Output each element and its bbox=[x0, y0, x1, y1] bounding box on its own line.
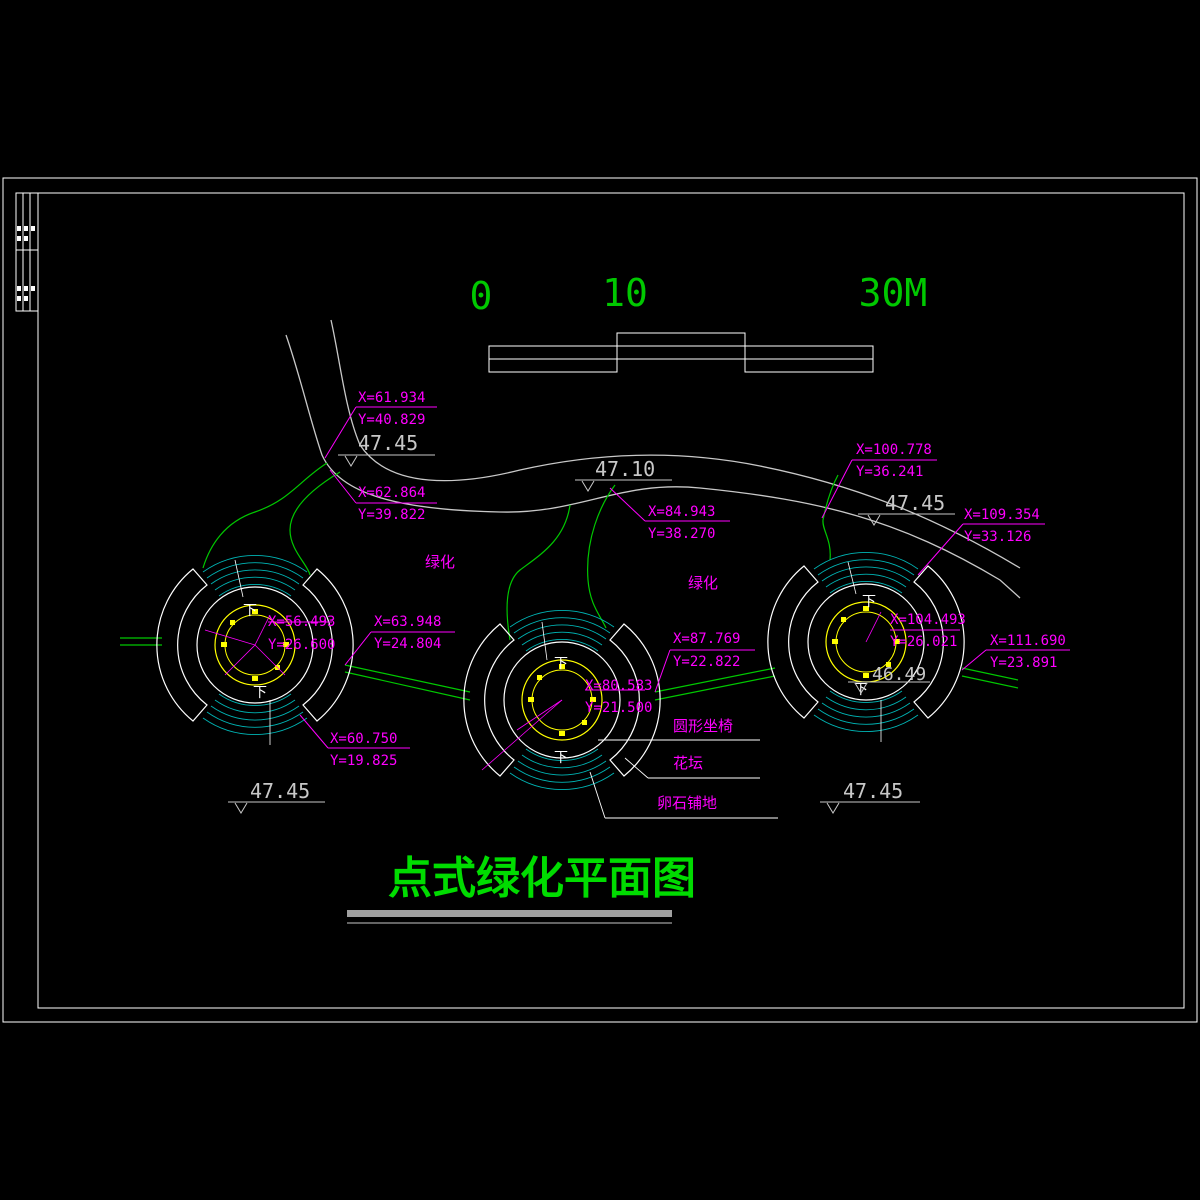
coord-y: Y=26.021 bbox=[890, 634, 957, 650]
coord-x: X=84.943 bbox=[648, 504, 715, 520]
greenery-label: 绿化 bbox=[425, 553, 455, 571]
down-label-top: 下 bbox=[554, 656, 568, 672]
elevation-label: 47.45 bbox=[250, 779, 310, 803]
pebble-paving-label: 卵石铺地 bbox=[657, 794, 717, 812]
coord-y: Y=19.825 bbox=[330, 753, 397, 769]
scale-bar: 0 10 30M bbox=[470, 271, 928, 373]
coord-y: Y=23.891 bbox=[990, 655, 1057, 671]
coord-y: Y=33.126 bbox=[964, 529, 1031, 545]
flower-bed-label: 花坛 bbox=[673, 754, 703, 772]
down-label-bottom: 下 bbox=[554, 750, 568, 766]
title-block-strip bbox=[15, 192, 39, 312]
coord-x: X=80.583 bbox=[585, 678, 652, 694]
down-label-bottom: 下 bbox=[253, 685, 267, 701]
scale-label-0: 0 bbox=[470, 274, 493, 318]
coord-x: X=61.934 bbox=[358, 390, 425, 406]
coord-x: X=87.769 bbox=[673, 631, 740, 647]
coord-x: X=60.750 bbox=[330, 731, 397, 747]
coord-y: Y=26.600 bbox=[268, 637, 335, 653]
elevation-label: 47.10 bbox=[595, 457, 655, 481]
coord-x: X=109.354 bbox=[964, 507, 1040, 523]
coord-y: Y=22.822 bbox=[673, 654, 740, 670]
round-bench-label: 圆形坐椅 bbox=[673, 717, 733, 735]
coord-x: X=62.864 bbox=[358, 485, 425, 501]
scale-label-10: 10 bbox=[602, 271, 648, 315]
down-label-top: 下 bbox=[862, 594, 876, 610]
coord-x: X=56.493 bbox=[268, 614, 335, 630]
site-plan-drawing: 0 10 30M 下 下 下 下 下 下 47.45 47.10 47.45 4… bbox=[2, 177, 1198, 1023]
elevation-label: 46.49 bbox=[872, 664, 926, 685]
elevation-label: 47.45 bbox=[885, 491, 945, 515]
coord-x: X=100.778 bbox=[856, 442, 932, 458]
coord-y: Y=21.500 bbox=[585, 700, 652, 716]
coord-y: Y=24.804 bbox=[374, 636, 441, 652]
scale-label-30m: 30M bbox=[859, 271, 928, 315]
greenery-label: 绿化 bbox=[688, 574, 718, 592]
coord-x: X=63.948 bbox=[374, 614, 441, 630]
drawing-title: 点式绿化平面图 bbox=[388, 853, 696, 904]
elevation-label: 47.45 bbox=[843, 779, 903, 803]
elevation-label: 47.45 bbox=[358, 431, 418, 455]
coord-y: Y=36.241 bbox=[856, 464, 923, 480]
coord-x: X=111.690 bbox=[990, 633, 1066, 649]
title-block-marks bbox=[17, 226, 35, 301]
coord-y: Y=39.822 bbox=[358, 507, 425, 523]
title-underline-thick bbox=[347, 910, 672, 917]
down-label-top: 下 bbox=[243, 603, 257, 619]
coord-y: Y=38.270 bbox=[648, 526, 715, 542]
coord-x: X=104.493 bbox=[890, 612, 966, 628]
coord-y: Y=40.829 bbox=[358, 412, 425, 428]
